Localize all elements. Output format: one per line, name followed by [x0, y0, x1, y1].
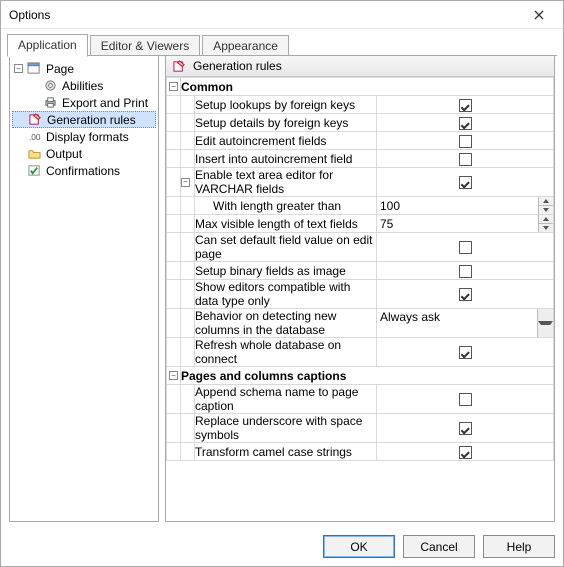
tree-label: Export and Print	[62, 96, 148, 110]
tree-item-export[interactable]: Export and Print	[28, 94, 156, 111]
row-camel: Transform camel case strings	[167, 443, 554, 461]
row-with-length: With length greater than	[167, 197, 554, 215]
tree-label: Output	[46, 147, 82, 161]
checkbox[interactable]	[459, 288, 472, 301]
tree-label: Abilities	[62, 79, 103, 93]
spin-up[interactable]	[539, 197, 553, 206]
spin-down[interactable]	[539, 224, 553, 232]
tree-label: Display formats	[46, 130, 129, 144]
panel-title: Generation rules	[193, 59, 282, 73]
properties-panel: Generation rules −Common Setup lookups b…	[165, 55, 555, 522]
nav-tree[interactable]: − Page Abilities Export and Print	[9, 55, 159, 522]
checkbox[interactable]	[459, 346, 472, 359]
tree-label: Generation rules	[47, 113, 136, 127]
checkbox[interactable]	[459, 99, 472, 112]
tree-item-output[interactable]: Output	[12, 145, 156, 162]
spin-up[interactable]	[539, 215, 553, 224]
format-icon: .00	[27, 130, 42, 143]
tree-item-display-formats[interactable]: .00 Display formats	[12, 128, 156, 145]
close-button[interactable]	[521, 5, 557, 25]
check-icon	[27, 164, 42, 177]
dropdown-button[interactable]	[537, 309, 553, 337]
gear-icon	[43, 79, 58, 92]
row-setup-details: Setup details by foreign keys	[167, 114, 554, 132]
property-grid: −Common Setup lookups by foreign keys Se…	[166, 77, 554, 461]
row-refresh: Refresh whole database on connect	[167, 338, 554, 367]
row-insert-autoincrement: Insert into autoincrement field	[167, 150, 554, 168]
checkbox[interactable]	[459, 241, 472, 254]
help-button[interactable]: Help	[483, 535, 555, 558]
checkbox[interactable]	[459, 446, 472, 459]
checkbox[interactable]	[459, 153, 472, 166]
max-visible-input[interactable]	[377, 215, 538, 232]
ok-button[interactable]: OK	[323, 535, 395, 558]
row-show-editors: Show editors compatible with data type o…	[167, 280, 554, 309]
spin-down[interactable]	[539, 206, 553, 214]
section-common: Common	[181, 78, 554, 96]
tree-item-abilities[interactable]: Abilities	[28, 77, 156, 94]
rules-icon	[172, 60, 187, 73]
folder-icon	[27, 147, 42, 160]
row-behavior: Behavior on detecting new columns in the…	[167, 309, 554, 338]
checkbox[interactable]	[459, 393, 472, 406]
row-setup-lookups: Setup lookups by foreign keys	[167, 96, 554, 114]
printer-icon	[43, 96, 58, 109]
tree-item-confirmations[interactable]: Confirmations	[12, 162, 156, 179]
tree-label: Confirmations	[46, 164, 120, 178]
row-replace-underscore: Replace underscore with space symbols	[167, 414, 554, 443]
window-title: Options	[9, 8, 521, 22]
checkbox[interactable]	[459, 265, 472, 278]
tab-application[interactable]: Application	[7, 34, 88, 57]
section-pages: Pages and columns captions	[181, 367, 554, 385]
checkbox[interactable]	[459, 422, 472, 435]
row-binary-image: Setup binary fields as image	[167, 262, 554, 280]
collapse-icon[interactable]: −	[169, 82, 178, 91]
with-length-input[interactable]	[377, 197, 538, 214]
tab-editor-viewers[interactable]: Editor & Viewers	[90, 35, 200, 57]
page-icon	[27, 62, 42, 75]
row-can-default: Can set default field value on edit page	[167, 233, 554, 262]
checkbox[interactable]	[459, 135, 472, 148]
collapse-icon[interactable]: −	[14, 64, 23, 73]
row-edit-autoincrement: Edit autoincrement fields	[167, 132, 554, 150]
cancel-button[interactable]: Cancel	[403, 535, 475, 558]
checkbox[interactable]	[459, 176, 472, 189]
tree-item-page[interactable]: − Page	[12, 60, 156, 77]
behavior-value[interactable]: Always ask	[377, 309, 537, 337]
tab-bar: Application Editor & Viewers Appearance	[1, 29, 563, 56]
checkbox[interactable]	[459, 117, 472, 130]
tab-appearance[interactable]: Appearance	[202, 35, 289, 57]
collapse-icon[interactable]: −	[181, 178, 190, 187]
svg-text:.00: .00	[29, 132, 41, 142]
rules-icon	[28, 113, 43, 126]
tree-label: Page	[46, 62, 74, 76]
collapse-icon[interactable]: −	[169, 371, 178, 380]
row-enable-textarea: −Enable text area editor for VARCHAR fie…	[167, 168, 554, 197]
tree-item-generation-rules[interactable]: Generation rules	[12, 111, 156, 128]
row-max-visible: Max visible length of text fields	[167, 215, 554, 233]
row-append-schema: Append schema name to page caption	[167, 385, 554, 414]
